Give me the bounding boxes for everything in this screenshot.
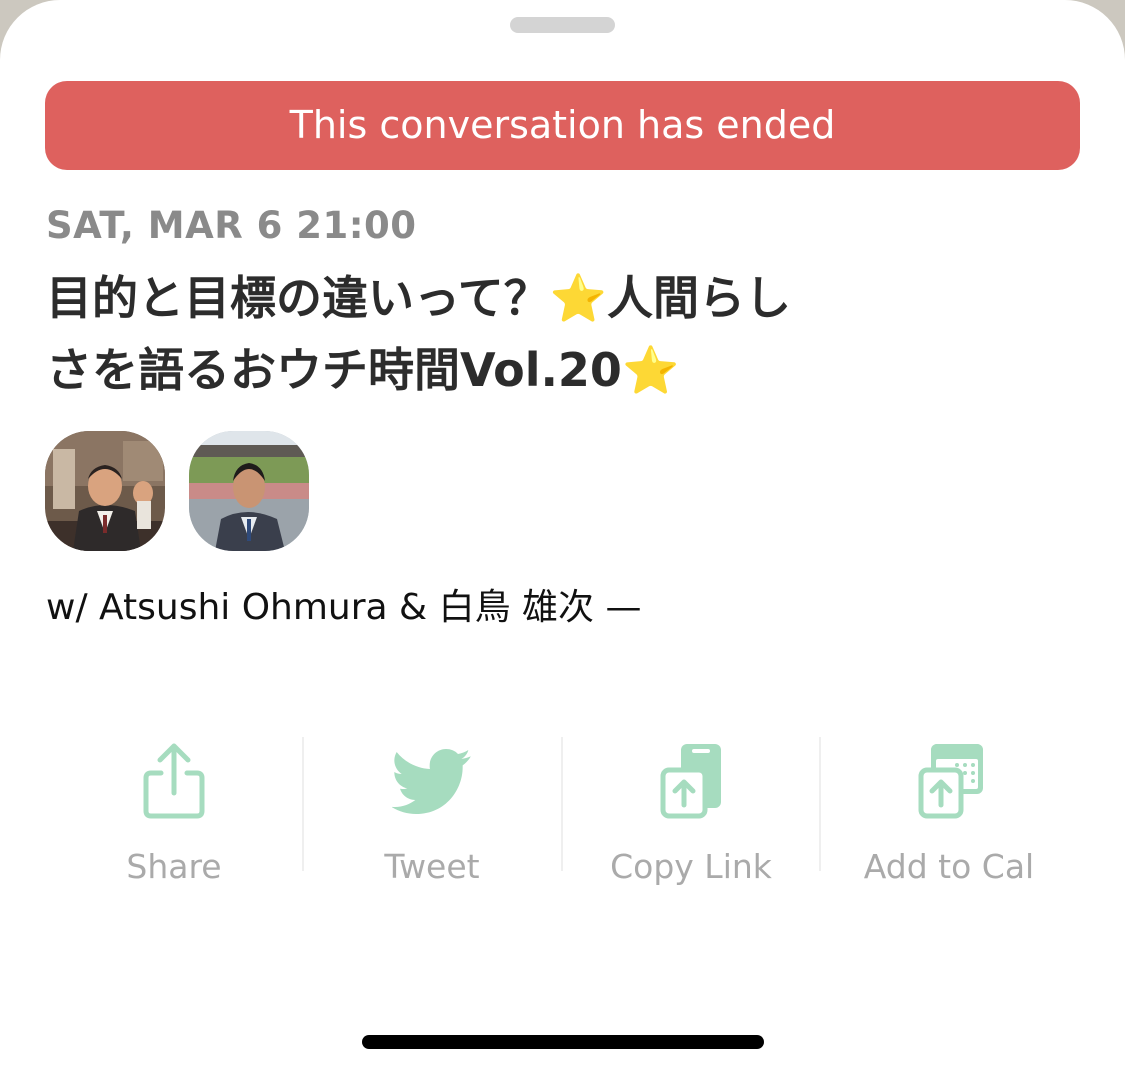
- twitter-bird-icon: [392, 749, 471, 814]
- event-date: SAT, MAR 6 21:00: [46, 204, 417, 247]
- share-button[interactable]: Share: [45, 737, 303, 897]
- event-sheet: This conversation has ended SAT, MAR 6 2…: [0, 0, 1125, 1074]
- sheet-grabber-handle[interactable]: [510, 17, 615, 33]
- tweet-label: Tweet: [384, 847, 480, 886]
- copy-link-label: Copy Link: [610, 847, 772, 886]
- event-hosts: w/ Atsushi Ohmura & 白鳥 雄次 —: [46, 587, 642, 628]
- share-label: Share: [126, 847, 222, 886]
- copy-link-icon: [660, 744, 721, 819]
- share-icon: [143, 743, 205, 819]
- action-bar: Share Tweet Copy Link Add to Cal: [45, 737, 1080, 897]
- add-to-calendar-label: Add to Cal: [863, 847, 1035, 886]
- event-title: 目的と目標の違いって？⭐人間らし さを語るおウチ時間Vol.20⭐: [46, 262, 946, 406]
- copy-link-button[interactable]: Copy Link: [562, 737, 820, 897]
- speaker-avatar-2[interactable]: [189, 431, 309, 551]
- speaker-photo-1: [45, 431, 165, 551]
- add-to-calendar-button[interactable]: Add to Cal: [820, 737, 1078, 897]
- home-indicator[interactable]: [362, 1035, 764, 1049]
- event-title-line-2: さを語るおウチ時間Vol.20⭐: [46, 343, 680, 397]
- speaker-avatar-1[interactable]: [45, 431, 165, 551]
- event-title-line-1: 目的と目標の違いって？⭐人間らし: [46, 271, 791, 325]
- calendar-add-icon: [918, 744, 983, 819]
- speaker-photo-2: [189, 431, 309, 551]
- tweet-button[interactable]: Tweet: [303, 737, 561, 897]
- conversation-ended-banner: This conversation has ended: [45, 81, 1080, 170]
